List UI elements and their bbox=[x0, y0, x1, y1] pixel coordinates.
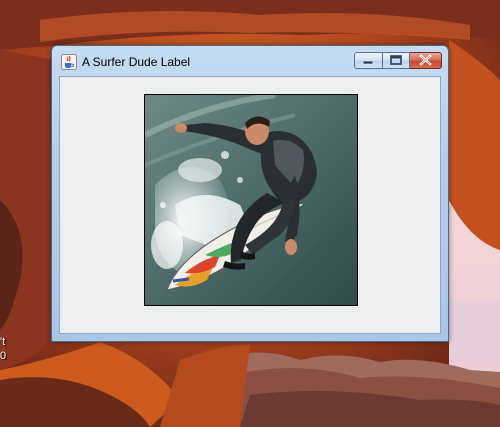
caption-buttons bbox=[354, 52, 442, 71]
surfer-image-label bbox=[144, 94, 358, 306]
maximize-button[interactable] bbox=[383, 52, 410, 69]
window-title: A Surfer Dude Label bbox=[82, 55, 191, 69]
close-button[interactable] bbox=[410, 52, 442, 69]
desktop-icon-label[interactable]: 't 0 bbox=[0, 335, 12, 363]
surfer-photo bbox=[145, 95, 357, 305]
maximize-icon bbox=[390, 55, 402, 65]
close-icon bbox=[419, 54, 432, 66]
minimize-icon bbox=[362, 60, 374, 65]
desktop: 't 0 A Surfer Dude Label bbox=[0, 0, 500, 427]
java-cup-icon bbox=[61, 54, 77, 70]
minimize-button[interactable] bbox=[354, 52, 383, 69]
content-pane bbox=[59, 76, 441, 334]
title-bar[interactable]: A Surfer Dude Label bbox=[52, 46, 448, 76]
app-window: A Surfer Dude Label bbox=[51, 45, 449, 342]
